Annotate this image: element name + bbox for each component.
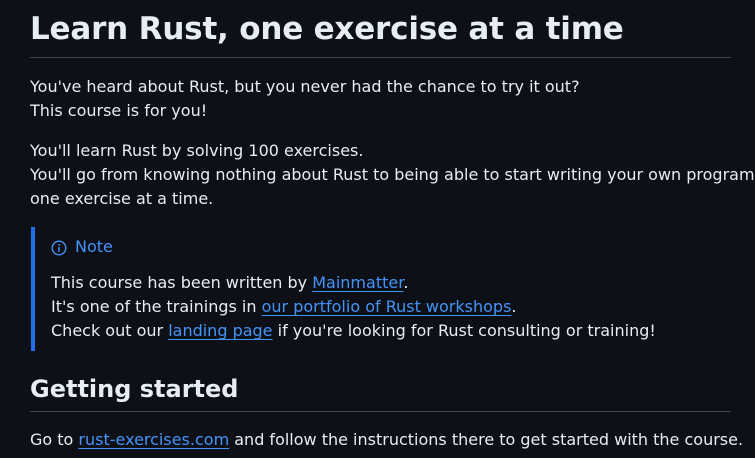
- rust-exercises-link[interactable]: rust-exercises.com: [78, 430, 229, 449]
- learn-line: one exercise at a time.: [30, 189, 214, 208]
- markdown-body: Learn Rust, one exercise at a time You'v…: [30, 0, 755, 452]
- intro-line: This course is for you!: [30, 101, 208, 120]
- note-text: .: [403, 273, 409, 292]
- mainmatter-link[interactable]: Mainmatter: [312, 273, 403, 292]
- note-text: It's one of the trainings in: [51, 297, 262, 316]
- getting-started-text: and follow the instructions there to get…: [229, 430, 744, 449]
- learn-line: You'll learn Rust by solving 100 exercis…: [30, 141, 364, 160]
- learn-line: You'll go from knowing nothing about Rus…: [30, 165, 755, 184]
- note-line: This course has been written by Mainmatt…: [51, 271, 731, 295]
- getting-started-paragraph: Go to rust-exercises.com and follow the …: [30, 428, 743, 452]
- page-title: Learn Rust, one exercise at a time: [30, 0, 731, 58]
- note-callout: Note This course has been written by Mai…: [31, 227, 731, 351]
- note-text: Check out our: [51, 321, 169, 340]
- getting-started-text: Go to: [30, 430, 79, 449]
- learn-paragraph: You'll learn Rust by solving 100 exercis…: [30, 139, 755, 211]
- note-line: Check out our landing page if you're loo…: [51, 319, 731, 343]
- note-text: This course has been written by: [51, 273, 313, 292]
- note-text: if you're looking for Rust consulting or…: [272, 321, 656, 340]
- note-line: It's one of the trainings in our portfol…: [51, 295, 731, 319]
- note-body: This course has been written by Mainmatt…: [51, 271, 731, 343]
- note-title: Note: [51, 235, 731, 259]
- getting-started-heading: Getting started: [30, 373, 731, 412]
- note-text: .: [511, 297, 517, 316]
- info-icon: [51, 239, 67, 256]
- note-label: Note: [75, 237, 113, 256]
- workshops-portfolio-link[interactable]: our portfolio of Rust workshops: [262, 297, 512, 316]
- intro-line: You've heard about Rust, but you never h…: [30, 77, 580, 96]
- intro-paragraph: You've heard about Rust, but you never h…: [30, 75, 731, 123]
- landing-page-link[interactable]: landing page: [168, 321, 272, 340]
